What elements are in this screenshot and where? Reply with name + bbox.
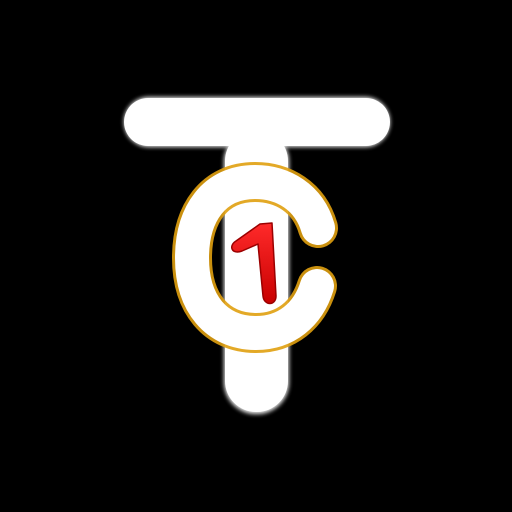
app-icon [0,0,512,512]
tc1-logo [124,97,390,414]
t-letter-shape [124,97,390,414]
